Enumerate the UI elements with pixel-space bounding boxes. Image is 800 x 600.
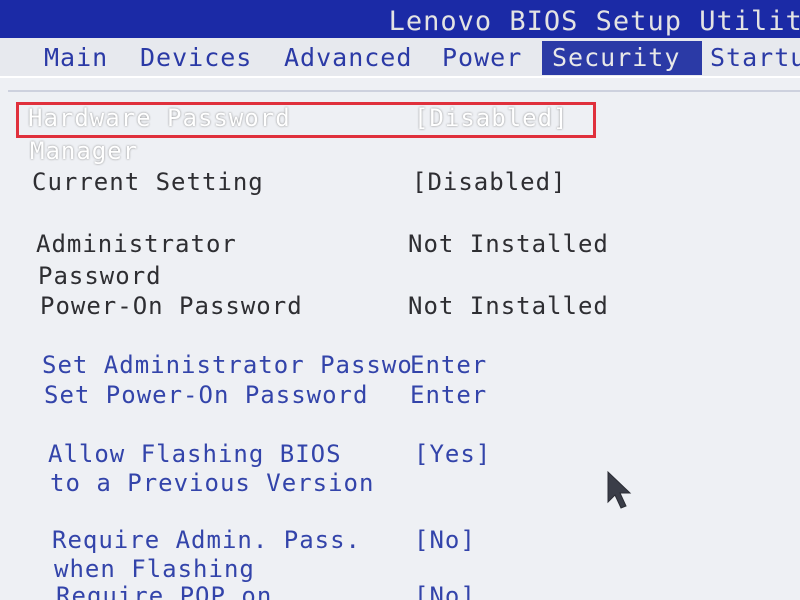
administrator-password-label-line2: Password <box>38 262 162 290</box>
allow-flashing-bios-label[interactable]: Allow Flashing BIOS <box>48 440 342 468</box>
panel-divider <box>8 90 800 92</box>
allow-flashing-bios-value[interactable]: [Yes] <box>414 440 491 468</box>
title-bar: Lenovo BIOS Setup Utility <box>0 0 800 40</box>
tab-bar: Main Devices Advanced Power Security Sta… <box>0 38 800 76</box>
current-setting-value: [Disabled] <box>412 168 567 196</box>
set-power-on-password-label[interactable]: Set Power-On Password <box>44 381 368 409</box>
power-on-password-value: Not Installed <box>408 292 609 320</box>
set-power-on-password-value[interactable]: Enter <box>410 381 487 409</box>
mouse-pointer-icon <box>607 470 632 509</box>
require-admin-pass-label[interactable]: Require Admin. Pass. <box>52 526 361 554</box>
allow-flashing-bios-label-line2: to a Previous Version <box>50 469 375 497</box>
administrator-password-label: Administrator <box>36 230 237 258</box>
tab-devices[interactable]: Devices <box>136 41 256 75</box>
settings-panel: Hardware Password Manager [Disabled] Cur… <box>0 78 800 600</box>
set-administrator-password-label[interactable]: Set Administrator Passwo <box>42 351 413 379</box>
power-on-password-label: Power-On Password <box>40 292 303 320</box>
require-pop-on-value[interactable]: [No] <box>414 582 476 600</box>
require-admin-pass-label-line2: when Flashing <box>54 555 255 583</box>
bios-screen: Lenovo BIOS Setup Utility Main Devices A… <box>0 0 800 600</box>
hardware-password-value[interactable]: [Disabled] <box>414 104 569 132</box>
bios-title: Lenovo BIOS Setup Utility <box>388 6 800 37</box>
require-pop-on-label[interactable]: Require POP on <box>56 582 272 600</box>
hardware-password-label[interactable]: Hardware Password <box>28 104 291 132</box>
tab-power[interactable]: Power <box>438 41 526 75</box>
set-administrator-password-value[interactable]: Enter <box>410 351 487 379</box>
tab-advanced[interactable]: Advanced <box>280 41 416 75</box>
require-admin-pass-value[interactable]: [No] <box>414 526 476 554</box>
tab-main[interactable]: Main <box>40 41 112 75</box>
hardware-password-label-line2: Manager <box>30 137 139 165</box>
tab-security[interactable]: Security <box>542 41 702 75</box>
tab-startup[interactable]: Startu <box>706 41 800 75</box>
current-setting-label: Current Setting <box>32 168 264 196</box>
administrator-password-value: Not Installed <box>408 230 609 258</box>
